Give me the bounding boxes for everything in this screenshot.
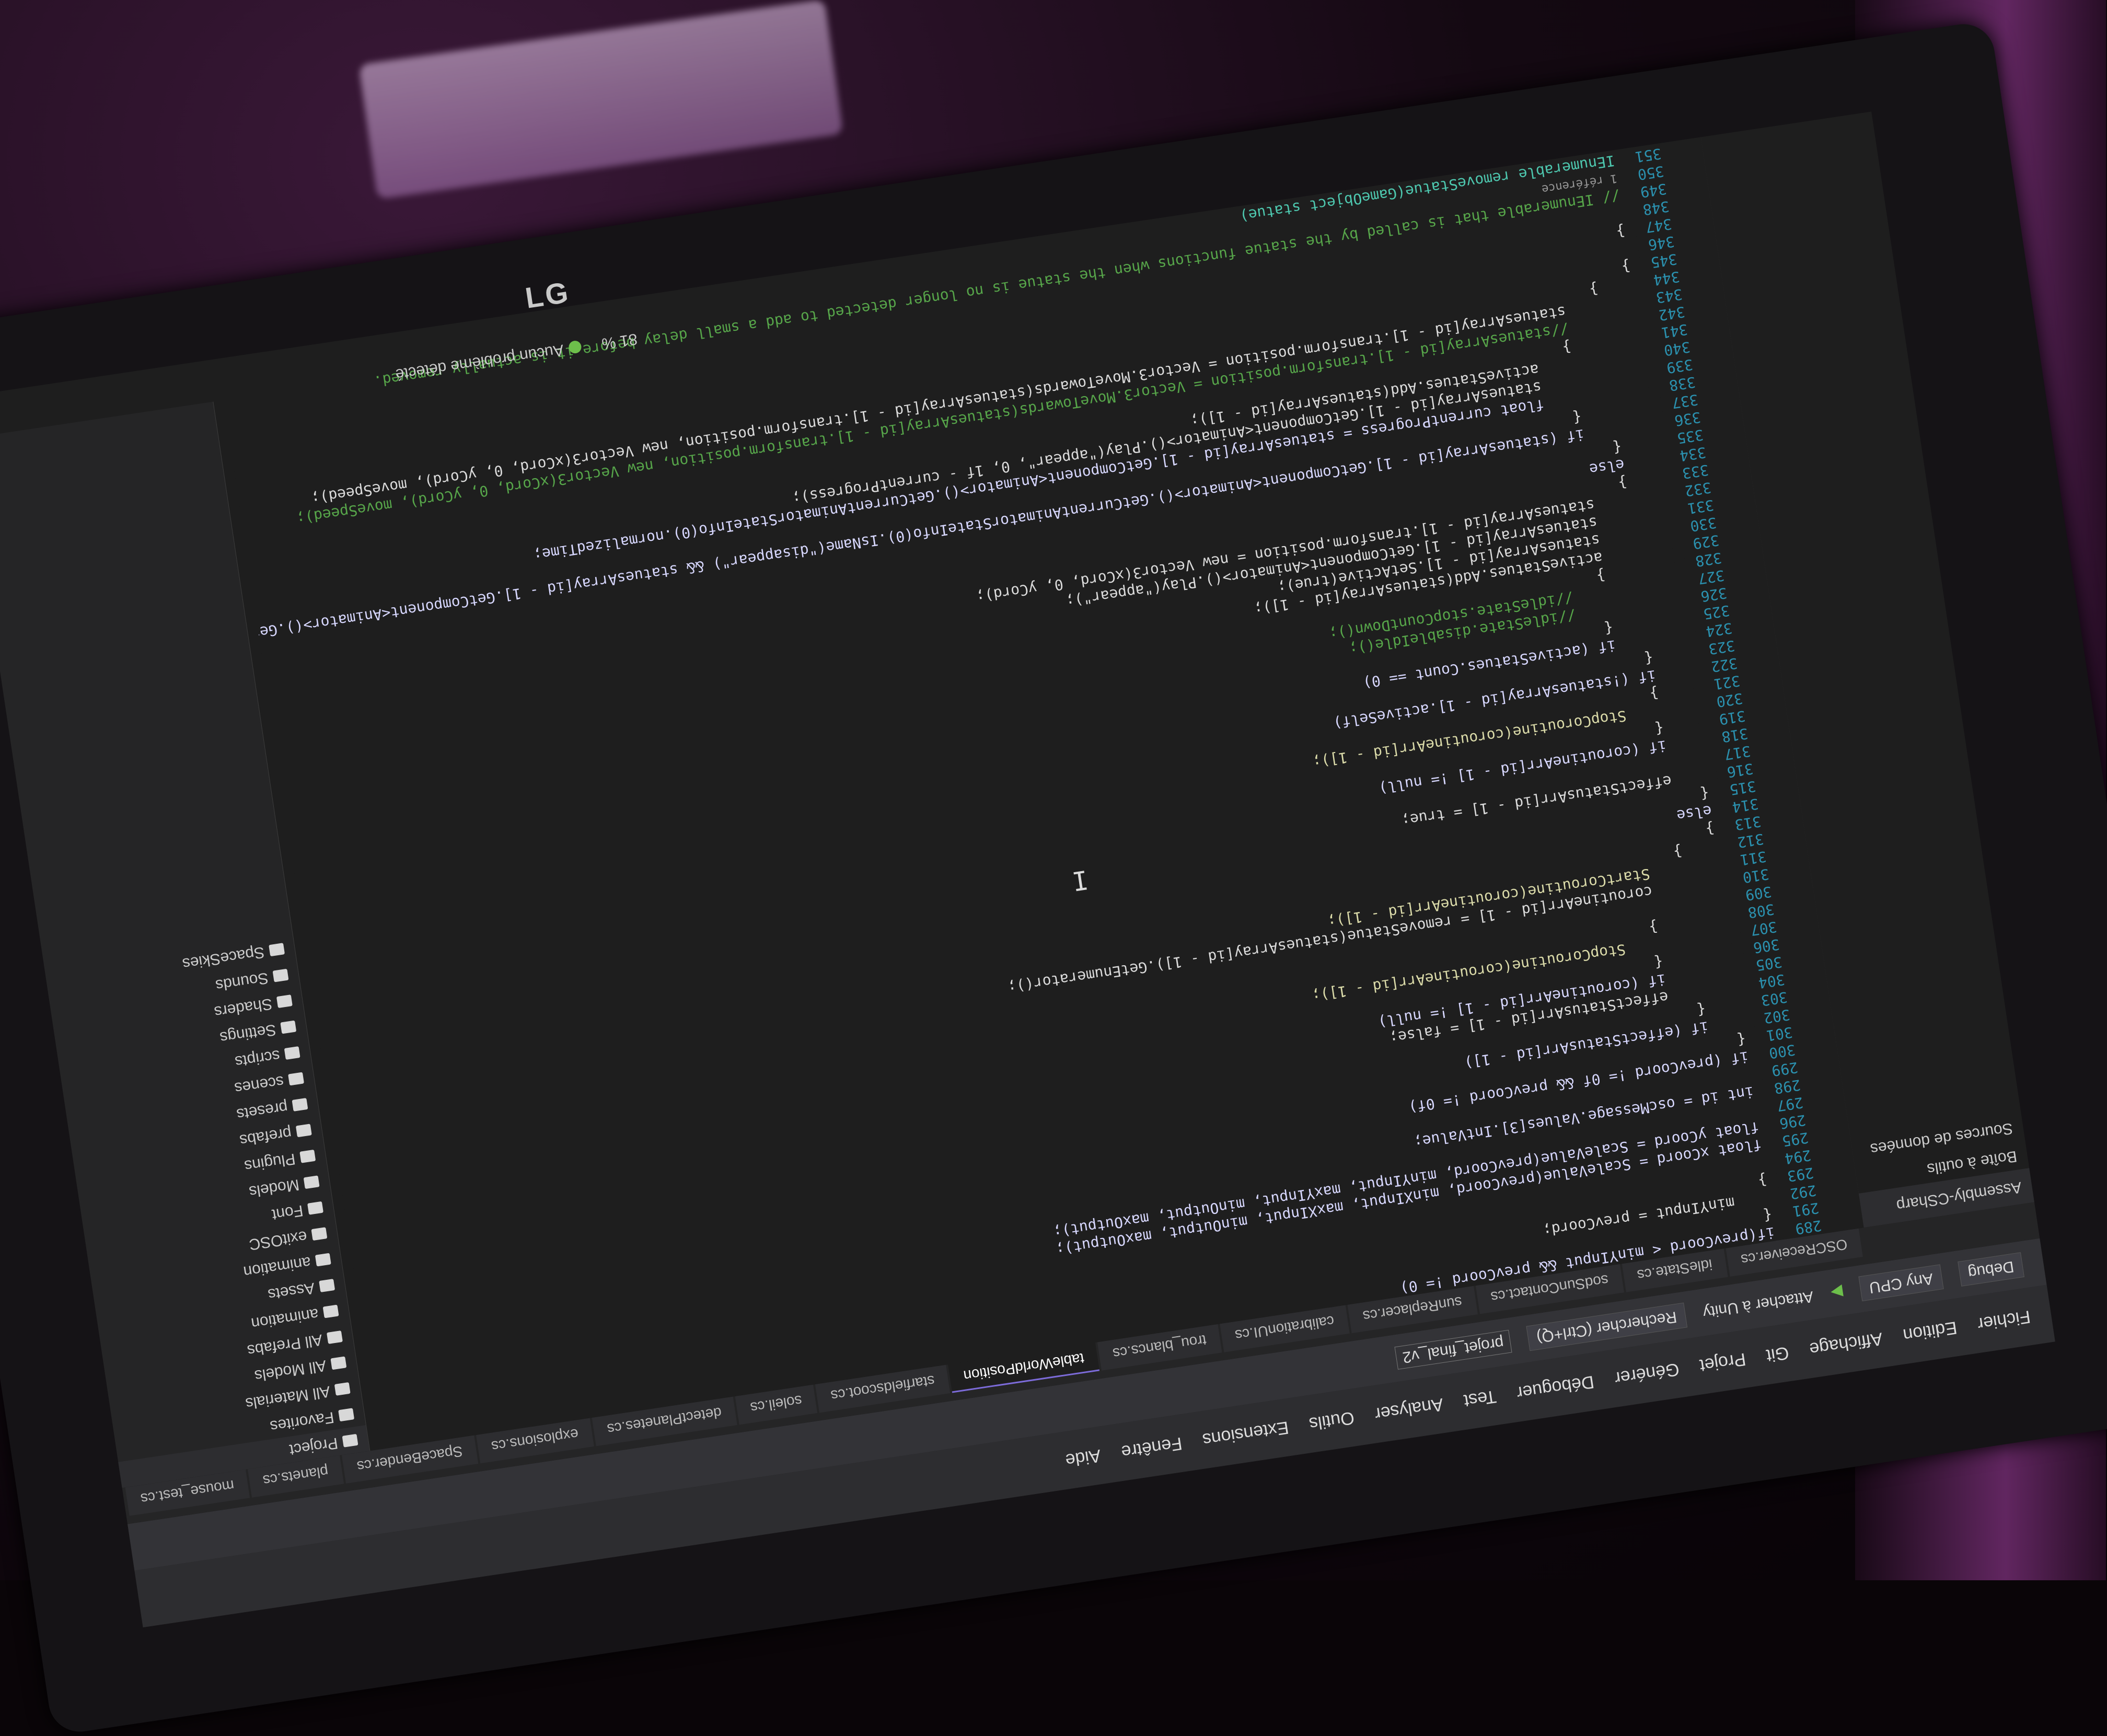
ceiling-light (358, 0, 843, 200)
menu-item[interactable]: Git (1765, 1342, 1790, 1366)
menu-item[interactable]: Analyser (1373, 1394, 1444, 1425)
folder-label: prefabs (238, 1124, 293, 1149)
folder-icon (280, 1020, 297, 1034)
folder-icon (342, 1433, 358, 1448)
folder-icon (319, 1279, 335, 1292)
folder-label: exitOSC (248, 1227, 308, 1254)
menu-item[interactable]: Extensions (1201, 1417, 1290, 1450)
zoom-level[interactable]: 81 % (600, 330, 639, 353)
menu-item[interactable]: Fenêtre (1120, 1433, 1184, 1462)
menu-item[interactable]: Projet (1698, 1349, 1747, 1376)
folder-icon (284, 1046, 300, 1060)
menu-item[interactable]: Déboguer (1515, 1371, 1595, 1403)
project-name: projet_final_v2 (1394, 1329, 1512, 1370)
check-icon (568, 340, 582, 354)
folder-label: Assets (267, 1279, 316, 1303)
folder-label: Font (271, 1201, 305, 1223)
attach-button[interactable]: Attacher à Unity (1701, 1287, 1815, 1321)
folder-label: Plugins (243, 1150, 297, 1175)
menu-item[interactable]: Générer (1613, 1359, 1681, 1388)
menu-item[interactable]: Outils (1308, 1407, 1356, 1434)
folder-icon (330, 1356, 347, 1370)
folder-icon (299, 1149, 316, 1163)
folder-label: scenes (233, 1072, 285, 1097)
folder-icon (307, 1201, 323, 1215)
folder-icon (276, 994, 293, 1009)
platform-select[interactable]: Any CPU (1858, 1264, 1944, 1302)
folder-label: Models (248, 1175, 300, 1200)
play-icon[interactable]: ▶ (1830, 1282, 1844, 1302)
menu-item[interactable]: Test (1462, 1386, 1498, 1411)
folder-icon (303, 1175, 320, 1189)
folder-icon (292, 1097, 308, 1112)
project-title: Project (288, 1434, 339, 1459)
menu-item[interactable]: Affichage (1808, 1328, 1884, 1359)
folder-icon (334, 1382, 351, 1396)
folder-icon (311, 1227, 328, 1241)
monitor-bezel: LG Fichier Edition Affichage Git Projet Génér… (0, 20, 2107, 1736)
folder-label: Shaders (213, 994, 274, 1021)
folder-icon (322, 1304, 339, 1318)
config-select[interactable]: Debug (1957, 1252, 2024, 1287)
folder-label: presets (235, 1098, 289, 1123)
folder-icon (327, 1330, 343, 1344)
menu-item[interactable]: Fichier (1976, 1306, 2032, 1335)
folder-label: Settings (218, 1021, 277, 1046)
folder-icon (338, 1408, 355, 1422)
folder-label: Favorites (269, 1408, 335, 1435)
code-editor[interactable]: if(prevCoord < minYInput && prevCoord !=… (217, 150, 1776, 1450)
ide-window: Fichier Edition Affichage Git Projet Générer D… (0, 111, 2055, 1628)
folder-icon (272, 968, 289, 982)
folder-icon (315, 1253, 331, 1267)
folder-label: Sounds (214, 969, 270, 994)
folder-icon (295, 1124, 312, 1138)
photo-background: LG Fichier Edition Affichage Git Projet Génér… (0, 0, 2107, 1736)
folder-icon (269, 943, 285, 957)
folder-icon (288, 1072, 305, 1086)
menu-item[interactable]: Edition (1902, 1317, 1958, 1346)
folder-label: scripts (234, 1046, 281, 1071)
menu-item[interactable]: Aide (1064, 1445, 1102, 1471)
